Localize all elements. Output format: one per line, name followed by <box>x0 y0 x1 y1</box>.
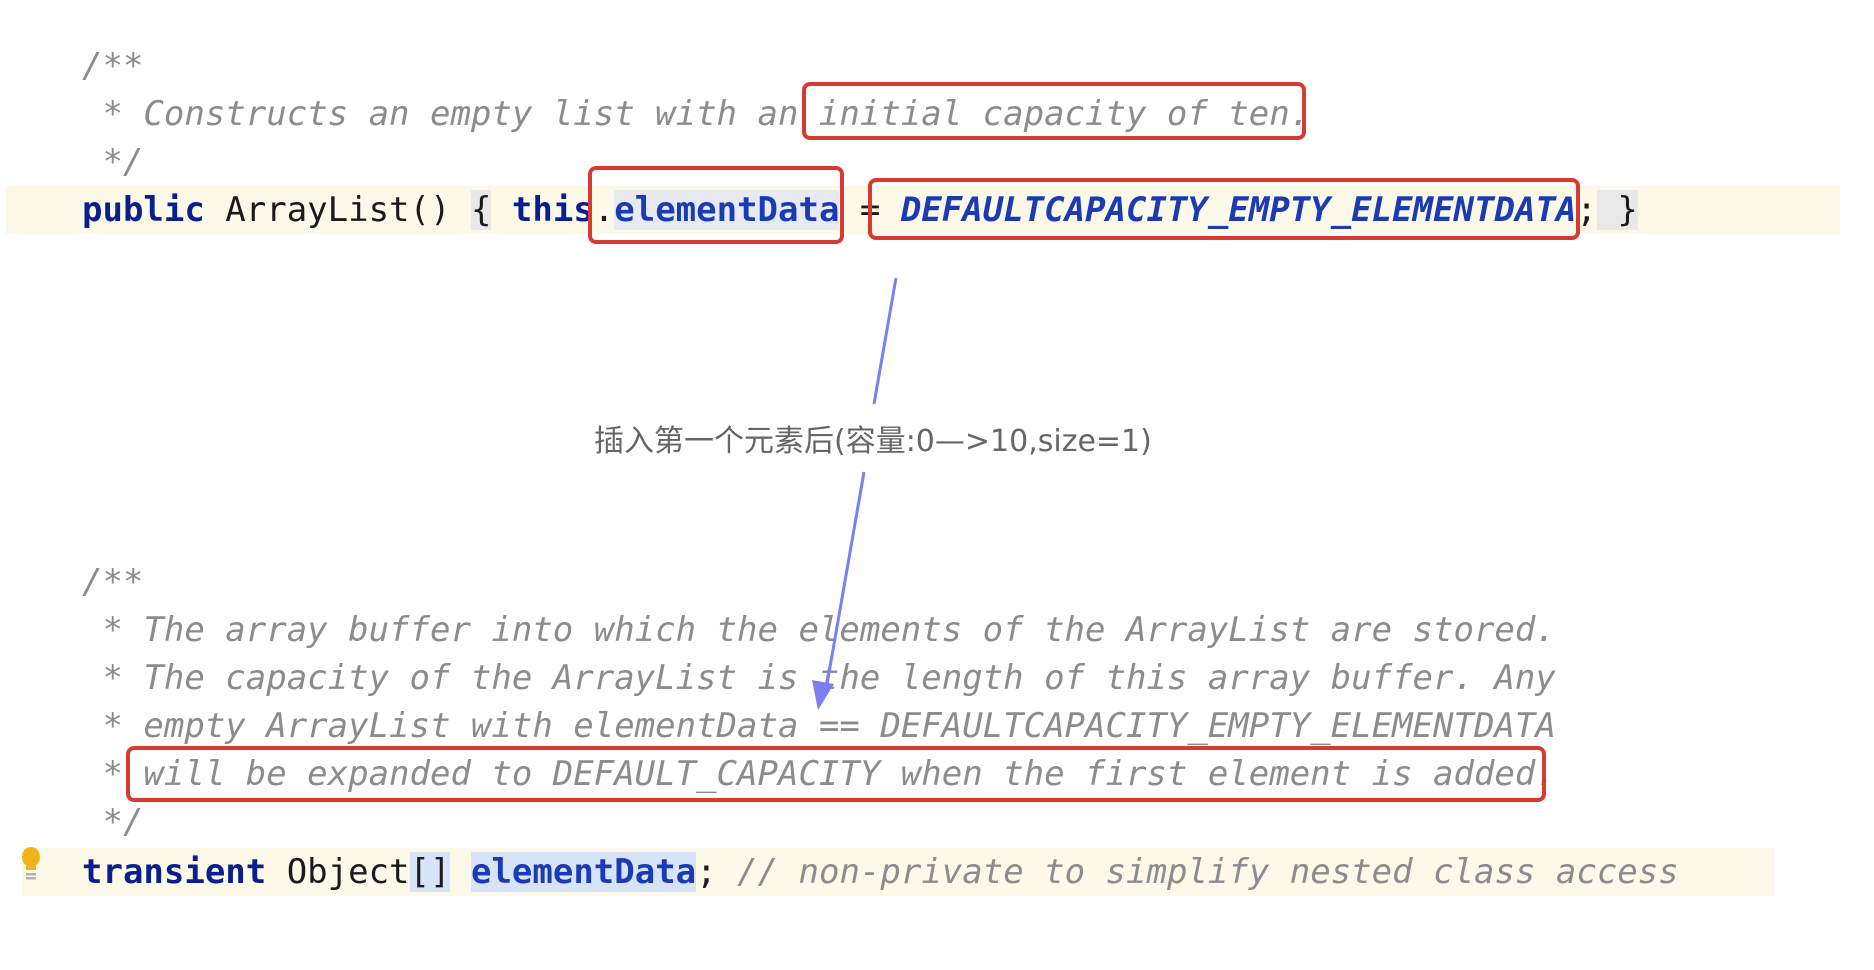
code-editor: /** * Constructs an empty list with an i… <box>0 0 1874 970</box>
annotation-label: 插入第一个元素后(容量:0—>10,size=1) <box>594 424 1152 459</box>
arrow-connector <box>812 277 898 710</box>
